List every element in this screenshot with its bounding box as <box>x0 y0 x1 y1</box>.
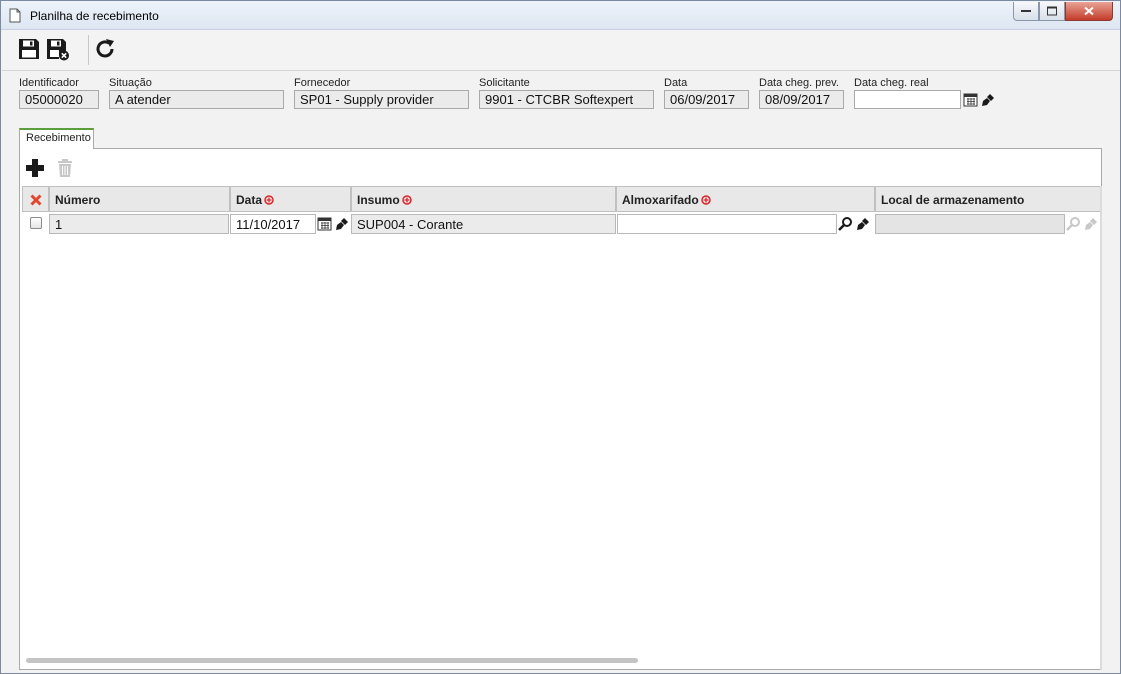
toolbar-separator <box>88 35 89 65</box>
cell-local-armazenamento <box>875 214 1065 234</box>
column-header-local-armazenamento[interactable]: Local de armazenamento <box>875 186 1102 212</box>
maximize-button[interactable] <box>1039 2 1065 21</box>
clear-brush-icon[interactable] <box>334 215 351 233</box>
minimize-button[interactable] <box>1013 2 1039 21</box>
window-title: Planilha de recebimento <box>30 9 159 23</box>
clear-brush-icon <box>1085 218 1097 230</box>
column-header-numero[interactable]: Número <box>49 186 230 212</box>
data-field: 06/09/2017 <box>664 90 749 109</box>
calendar-icon[interactable] <box>316 215 333 233</box>
solicitante-label: Solicitante <box>479 77 530 89</box>
document-icon <box>9 8 21 23</box>
column-header-data[interactable]: Data <box>230 186 351 212</box>
maximize-icon <box>1047 6 1057 16</box>
row-checkbox[interactable] <box>30 217 42 229</box>
title-bar: Planilha de recebimento <box>1 1 1120 30</box>
cell-insumo: SUP004 - Corante <box>351 214 616 234</box>
clear-brush-icon[interactable] <box>855 215 872 233</box>
column-header-almoxarifado[interactable]: Almoxarifado <box>616 186 875 212</box>
close-button[interactable] <box>1065 2 1113 21</box>
tab-recebimento[interactable]: Recebimento <box>19 128 94 149</box>
fornecedor-field: SP01 - Supply provider <box>294 90 469 109</box>
data-cheg-real-label: Data cheg. real <box>854 77 929 89</box>
identificador-label: Identificador <box>19 77 79 89</box>
situacao-label: Situação <box>109 77 152 89</box>
grid-right-edge <box>1100 186 1102 670</box>
save-close-icon[interactable] <box>46 37 70 61</box>
recebimento-panel: Número Data Insumo Almoxarifado Local de… <box>19 148 1102 670</box>
cell-almoxarifado-input[interactable] <box>617 214 837 234</box>
delete-x-icon[interactable] <box>30 194 42 206</box>
grid-header: Número Data Insumo Almoxarifado Local de… <box>22 186 1102 212</box>
solicitante-field: 9901 - CTCBR Softexpert <box>479 90 654 109</box>
required-icon <box>264 195 274 205</box>
cell-data-input[interactable]: 11/10/2017 <box>230 214 316 234</box>
horizontal-scrollbar[interactable] <box>26 658 638 663</box>
required-icon <box>700 195 711 205</box>
identificador-field: 05000020 <box>19 90 99 109</box>
save-icon[interactable] <box>17 37 41 61</box>
add-icon[interactable] <box>25 158 45 178</box>
toolbar <box>2 31 1120 71</box>
clear-brush-icon[interactable] <box>980 91 997 109</box>
refresh-icon[interactable] <box>93 37 117 61</box>
calendar-icon[interactable] <box>962 91 979 109</box>
table-row: 1 11/10/2017 SUP004 - Corante <box>22 212 1102 236</box>
search-icon <box>1066 217 1080 231</box>
data-cheg-real-input[interactable] <box>854 90 961 109</box>
delete-column-header[interactable] <box>22 186 49 212</box>
fornecedor-label: Fornecedor <box>294 77 351 89</box>
close-icon <box>1084 6 1094 16</box>
search-icon[interactable] <box>837 215 854 233</box>
minimize-icon <box>1021 10 1031 12</box>
data-label: Data <box>664 77 688 89</box>
receiving-sheet-window: Planilha de recebimento Identificador 05… <box>0 0 1121 674</box>
situacao-field: A atender <box>109 90 284 109</box>
data-cheg-prev-label: Data cheg. prev. <box>759 77 839 89</box>
required-icon <box>401 195 412 205</box>
data-cheg-prev-field: 08/09/2017 <box>759 90 844 109</box>
column-header-insumo[interactable]: Insumo <box>351 186 616 212</box>
trash-icon <box>58 159 72 177</box>
cell-numero: 1 <box>49 214 229 234</box>
